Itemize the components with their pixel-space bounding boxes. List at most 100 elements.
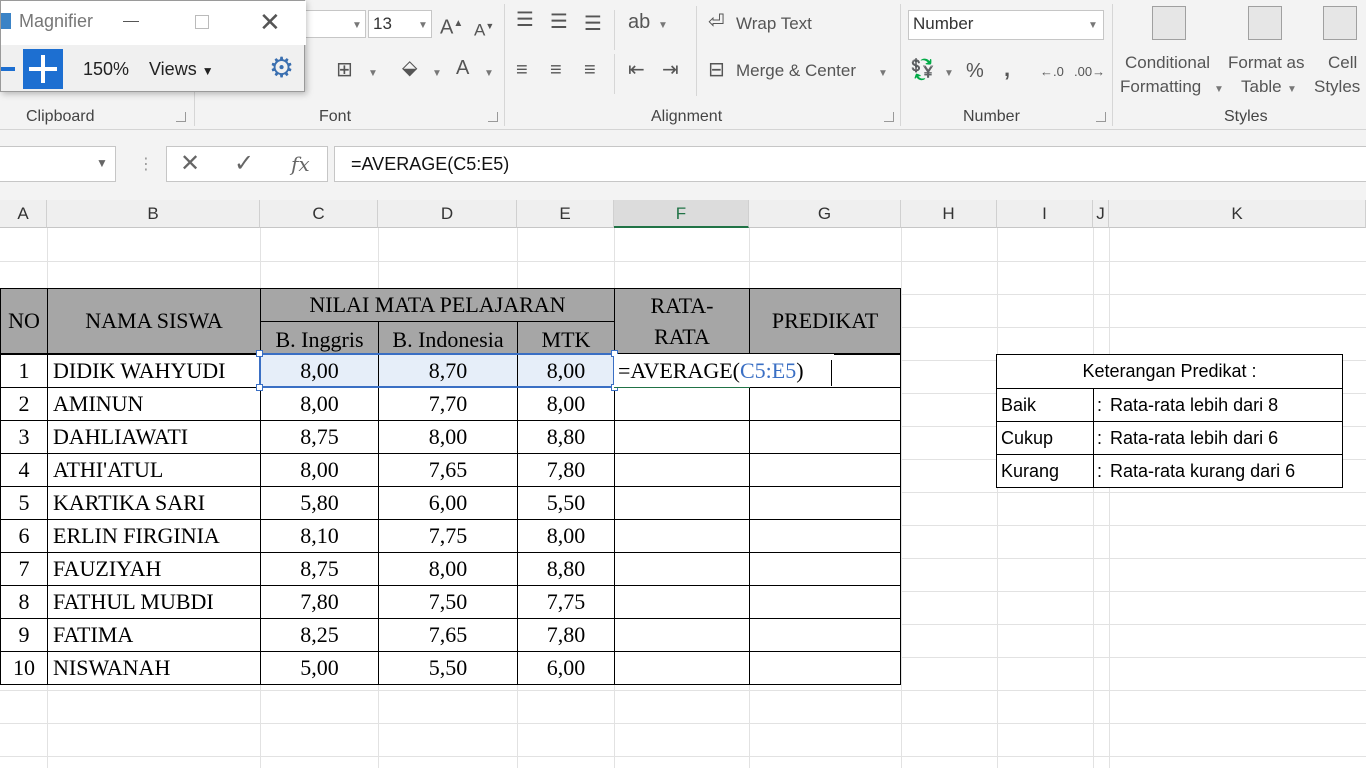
cell-indonesia[interactable]: 8,00: [378, 552, 518, 586]
column-header-c[interactable]: C: [260, 200, 378, 228]
selection-handle[interactable]: [256, 350, 263, 357]
wrap-text-button[interactable]: Wrap Text: [736, 14, 812, 34]
cell-nama[interactable]: ATHI'ATUL: [47, 453, 261, 487]
cell-mtk[interactable]: 7,80: [517, 618, 615, 652]
header-no[interactable]: NO: [0, 288, 48, 354]
cell-predikat[interactable]: [749, 618, 901, 652]
close-icon[interactable]: ✕: [259, 7, 281, 37]
decrease-indent-icon[interactable]: ⇤: [628, 60, 645, 80]
clipboard-launcher-icon[interactable]: [176, 112, 186, 122]
borders-icon[interactable]: ⊞: [336, 60, 353, 80]
header-rata-rata[interactable]: RATA- RATA: [614, 288, 750, 354]
cell-inggris[interactable]: 5,80: [260, 486, 379, 520]
align-top-icon[interactable]: ☰: [516, 10, 534, 30]
wrap-text-icon[interactable]: ⏎: [708, 12, 725, 32]
merge-center-icon[interactable]: ⊟: [708, 60, 725, 80]
orientation-icon[interactable]: ab: [628, 12, 650, 32]
cell-predikat[interactable]: [749, 585, 901, 619]
cell-predikat[interactable]: [749, 486, 901, 520]
format-as-table-label-1[interactable]: Format as: [1228, 53, 1305, 73]
cell-no[interactable]: 10: [0, 651, 48, 685]
cell-edit-box[interactable]: =AVERAGE(C5:E5): [614, 354, 834, 387]
orientation-dropdown-icon[interactable]: ▼: [658, 20, 668, 31]
cell-rata[interactable]: [614, 552, 750, 586]
font-name-dropdown-icon[interactable]: ▼: [352, 20, 362, 31]
percent-style-button[interactable]: %: [966, 60, 984, 83]
cell-no[interactable]: 7: [0, 552, 48, 586]
format-as-table-dropdown-icon[interactable]: ▼: [1287, 84, 1297, 95]
cell-no[interactable]: 4: [0, 453, 48, 487]
conditional-formatting-label-2[interactable]: Formatting: [1120, 77, 1201, 97]
cell-no[interactable]: 8: [0, 585, 48, 619]
cell-predikat[interactable]: [749, 651, 901, 685]
cell-nama[interactable]: FATIMA: [47, 618, 261, 652]
magnifier-titlebar[interactable]: Magnifier ✕: [1, 1, 306, 45]
cell-predikat[interactable]: [749, 453, 901, 487]
cell-no[interactable]: 9: [0, 618, 48, 652]
cell-mtk[interactable]: 8,80: [517, 552, 615, 586]
cell-indonesia[interactable]: 7,70: [378, 387, 518, 421]
accounting-dropdown-icon[interactable]: ▼: [944, 68, 954, 79]
cell-indonesia[interactable]: 6,00: [378, 486, 518, 520]
legend-label[interactable]: Baik: [996, 388, 1094, 422]
cell-indonesia[interactable]: 7,65: [378, 453, 518, 487]
cell-predikat[interactable]: [749, 387, 901, 421]
font-color-icon[interactable]: A: [456, 58, 469, 78]
alignment-launcher-icon[interactable]: [884, 112, 894, 122]
cell-mtk[interactable]: 8,00: [517, 354, 615, 388]
cell-rata[interactable]: [614, 651, 750, 685]
cell-mtk[interactable]: 8,80: [517, 420, 615, 454]
increase-decimal-icon[interactable]: ←.0: [1040, 62, 1064, 82]
cell-nama[interactable]: FAUZIYAH: [47, 552, 261, 586]
cell-nama[interactable]: DIDIK WAHYUDI: [47, 354, 261, 388]
legend-label[interactable]: Cukup: [996, 421, 1094, 455]
cell-rata[interactable]: [614, 486, 750, 520]
cell-nama[interactable]: NISWANAH: [47, 651, 261, 685]
name-box-dropdown-icon[interactable]: ▼: [96, 156, 108, 170]
cell-indonesia[interactable]: 8,00: [378, 420, 518, 454]
views-button[interactable]: Views ▼: [149, 59, 214, 80]
cell-no[interactable]: 6: [0, 519, 48, 553]
conditional-formatting-icon[interactable]: [1152, 6, 1186, 40]
header-b-indonesia[interactable]: B. Indonesia: [378, 321, 518, 354]
cell-no[interactable]: 2: [0, 387, 48, 421]
column-header-e[interactable]: E: [517, 200, 614, 228]
conditional-formatting-dropdown-icon[interactable]: ▼: [1214, 84, 1224, 95]
column-header-k[interactable]: K: [1109, 200, 1366, 228]
decrease-decimal-icon[interactable]: .00→: [1074, 62, 1105, 82]
cell-inggris[interactable]: 8,10: [260, 519, 379, 553]
align-bottom-icon[interactable]: ☰: [584, 14, 602, 34]
cancel-icon[interactable]: ✕: [180, 150, 200, 178]
font-launcher-icon[interactable]: [488, 112, 498, 122]
column-header-a[interactable]: A: [0, 200, 47, 228]
cell-no[interactable]: 5: [0, 486, 48, 520]
formula-input[interactable]: =AVERAGE(C5:E5): [334, 146, 1366, 182]
legend-description[interactable]: : Rata-rata lebih dari 6: [1093, 421, 1343, 455]
zoom-out-button[interactable]: [1, 67, 15, 71]
cell-mtk[interactable]: 5,50: [517, 486, 615, 520]
cell-inggris[interactable]: 8,00: [260, 387, 379, 421]
accounting-format-icon[interactable]: 💱: [910, 60, 935, 80]
column-header-f[interactable]: F: [614, 200, 749, 228]
cell-mtk[interactable]: 7,75: [517, 585, 615, 619]
align-center-icon[interactable]: ≡: [550, 60, 562, 80]
column-header-h[interactable]: H: [901, 200, 997, 228]
cell-indonesia[interactable]: 7,75: [378, 519, 518, 553]
align-middle-icon[interactable]: ☰: [550, 12, 568, 32]
cell-styles-label-1[interactable]: Cell: [1328, 53, 1357, 73]
cell-indonesia[interactable]: 7,65: [378, 618, 518, 652]
cell-inggris[interactable]: 7,80: [260, 585, 379, 619]
header-nilai-mata-pelajaran[interactable]: NILAI MATA PELAJARAN: [260, 288, 615, 322]
borders-dropdown-icon[interactable]: ▼: [368, 68, 378, 79]
header-predikat[interactable]: PREDIKAT: [749, 288, 901, 354]
cell-styles-label-2[interactable]: Styles: [1314, 77, 1360, 97]
format-as-table-icon[interactable]: [1248, 6, 1282, 40]
comma-style-button[interactable]: ,: [1004, 56, 1010, 82]
cell-inggris[interactable]: 8,25: [260, 618, 379, 652]
column-header-i[interactable]: I: [997, 200, 1093, 228]
format-as-table-label-2[interactable]: Table: [1241, 77, 1282, 97]
cell-no[interactable]: 1: [0, 354, 48, 388]
magnifier-window[interactable]: Magnifier ✕ 150% Views ▼ ⚙: [0, 0, 306, 92]
font-size-dropdown-icon[interactable]: ▼: [418, 20, 428, 31]
align-left-icon[interactable]: ≡: [516, 60, 528, 80]
